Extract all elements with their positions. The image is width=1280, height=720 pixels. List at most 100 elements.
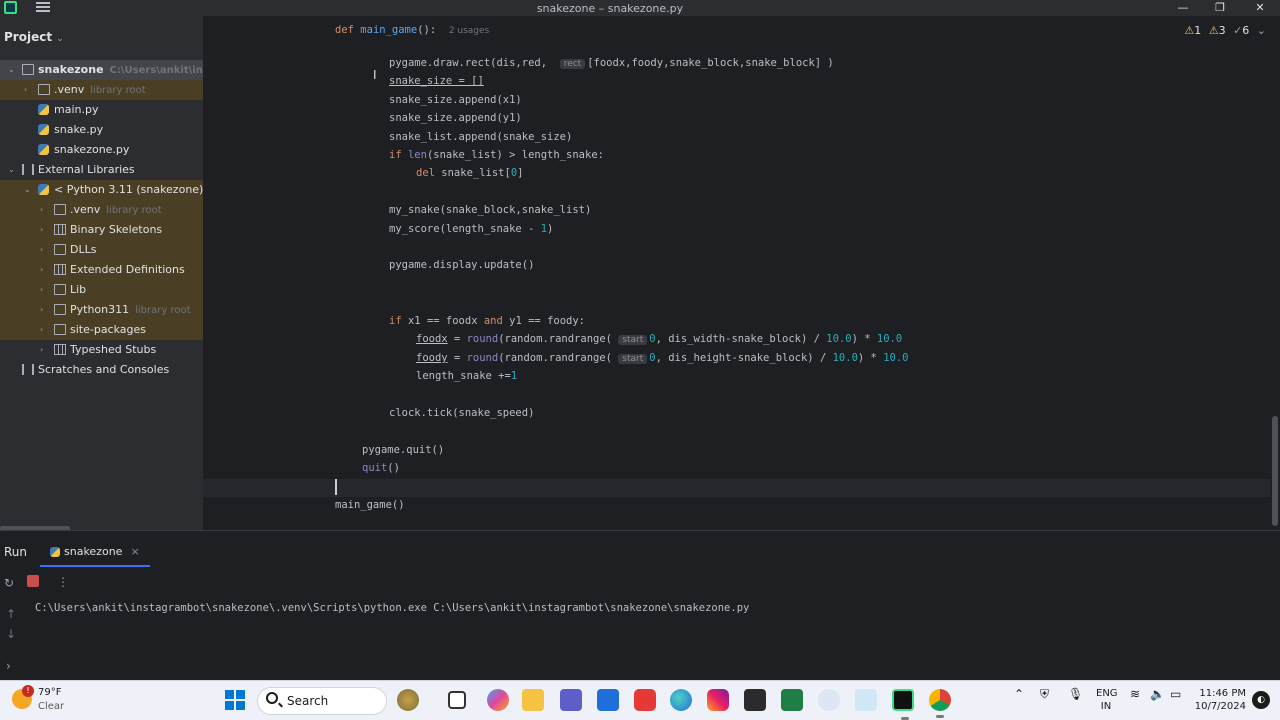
close-button[interactable]: ✕	[1250, 0, 1270, 16]
excel-icon[interactable]	[781, 689, 803, 711]
param-hint: start	[618, 335, 648, 345]
code-line: main_game()	[335, 499, 405, 511]
project-header[interactable]: Project ⌄	[4, 30, 64, 44]
code-editor[interactable]: ⚠1 ⚠3 ✓6 ⌄ I def main_game(): 2 usages p…	[203, 16, 1280, 530]
tree-item-path: C:\Users\ankit\in	[109, 65, 203, 76]
tree-item-label: Typeshed Stubs	[70, 343, 157, 356]
folder-icon	[54, 304, 66, 315]
tree-item-main-py[interactable]: main.py	[0, 100, 203, 120]
pycharm-taskbar-icon[interactable]	[892, 689, 914, 720]
folder-icon	[54, 244, 66, 255]
title-bar: snakezone – snakezone.py — ❐ ✕	[0, 0, 1280, 16]
tree-item-python-sdk[interactable]: ⌄ < Python 3.11 (snakezone) >	[0, 180, 216, 200]
chevron-right-icon[interactable]: ›	[40, 200, 43, 220]
code-line: snake_size.append(x1)	[389, 94, 522, 106]
instagram-icon[interactable]	[707, 689, 729, 711]
teams-icon[interactable]	[560, 689, 582, 711]
code-line: del snake_list[0]	[416, 167, 524, 179]
snipping-tool-icon[interactable]	[855, 689, 877, 711]
close-tab-icon[interactable]: ×	[130, 545, 139, 558]
stop-icon[interactable]	[27, 575, 39, 587]
rerun-icon[interactable]: ↻	[4, 576, 14, 590]
dev-app-icon[interactable]	[744, 689, 766, 711]
edge-browser-icon[interactable]	[670, 689, 692, 711]
run-tab-snakezone[interactable]: snakezone ×	[40, 539, 150, 567]
tree-item-label: Extended Definitions	[70, 263, 185, 276]
volume-icon[interactable]: 🔈	[1150, 687, 1165, 701]
widget-app-icon[interactable]	[397, 689, 419, 711]
more-options-icon[interactable]: ⋮	[57, 575, 69, 589]
language-indicator[interactable]: ENG IN	[1096, 687, 1118, 713]
tree-item-sdk-venv[interactable]: › .venv library root	[0, 200, 203, 220]
scroll-up-icon[interactable]: ↑	[6, 607, 16, 621]
wifi-icon[interactable]: ≋	[1130, 687, 1140, 701]
tree-item-hint: library root	[106, 205, 162, 216]
text-caret	[335, 479, 337, 495]
text-cursor-icon: I	[373, 68, 377, 82]
copilot-icon[interactable]	[487, 689, 509, 711]
taskbar-clock[interactable]: 11:46 PM 10/7/2024	[1190, 687, 1246, 713]
clock-date: 10/7/2024	[1194, 701, 1246, 712]
store-icon[interactable]	[597, 689, 619, 711]
tree-item-label: main.py	[54, 103, 99, 116]
tree-item-binary-skeletons[interactable]: › Binary Skeletons	[0, 220, 203, 240]
scroll-down-icon[interactable]: ↓	[6, 627, 16, 641]
weak-warning-count: 3	[1218, 24, 1226, 37]
taskbar-search[interactable]: Search	[257, 687, 387, 715]
file-explorer-icon[interactable]	[522, 689, 544, 711]
tree-item-snakezone-root[interactable]: ⌄ snakezone C:\Users\ankit\in	[0, 60, 203, 80]
battery-icon[interactable]: ▭	[1170, 687, 1181, 701]
folder-icon	[54, 324, 66, 335]
tree-item-label: Binary Skeletons	[70, 223, 163, 236]
tree-item-label: Python311	[70, 303, 130, 316]
chevron-right-icon[interactable]: ›	[40, 320, 43, 340]
tree-item-typeshed-stubs[interactable]: › Typeshed Stubs	[0, 340, 203, 360]
chevron-up-icon[interactable]: ⌃	[1014, 687, 1024, 701]
microphone-icon[interactable]: 🎙	[1068, 687, 1083, 701]
tree-item-site-packages[interactable]: › site-packages	[0, 320, 203, 340]
security-icon[interactable]: ⛨	[1040, 687, 1049, 702]
chevron-right-icon[interactable]: ›	[40, 260, 43, 280]
tree-item-label: .venv	[70, 203, 101, 216]
chrome-icon[interactable]	[929, 689, 951, 718]
tree-item-snakezone-py[interactable]: snakezone.py	[0, 140, 203, 160]
tree-item-scratches[interactable]: Scratches and Consoles	[0, 360, 203, 380]
folder-icon	[54, 204, 66, 215]
tree-item-extended-definitions[interactable]: › Extended Definitions	[0, 260, 203, 280]
maximize-button[interactable]: ❐	[1210, 0, 1230, 16]
search-icon	[266, 692, 278, 704]
tree-item-venv[interactable]: › .venv library root	[0, 80, 203, 100]
weak-warning-icon: ⚠	[1208, 24, 1219, 37]
inspection-widget[interactable]: ⚠1 ⚠3 ✓6 ⌄	[1184, 24, 1266, 37]
chevron-right-icon[interactable]: ›	[40, 340, 43, 360]
vertical-scrollbar[interactable]	[1272, 416, 1278, 526]
tree-item-lib[interactable]: › Lib	[0, 280, 203, 300]
chevron-down-icon[interactable]: ⌄	[1257, 24, 1266, 37]
usages-hint[interactable]: 2 usages	[449, 26, 489, 36]
app-launcher-icon[interactable]	[818, 689, 840, 711]
param-hint: start	[618, 354, 648, 364]
notification-icon[interactable]: ◐	[1252, 691, 1270, 709]
chevron-right-icon[interactable]: ›	[40, 240, 43, 260]
chevron-right-icon[interactable]: ›	[40, 300, 43, 320]
run-panel-title: Run	[4, 545, 28, 559]
tree-item-snake-py[interactable]: snake.py	[0, 120, 203, 140]
code-line: length_snake +=1	[416, 370, 518, 382]
chevron-right-icon[interactable]: ›	[40, 280, 43, 300]
chevron-down-icon[interactable]: ⌄	[8, 160, 15, 180]
chevron-right-icon[interactable]: ›	[24, 80, 27, 100]
code-line: snake_size = []	[389, 75, 484, 87]
minimize-button[interactable]: —	[1173, 0, 1193, 16]
tree-item-dlls[interactable]: › DLLs	[0, 240, 203, 260]
chevron-down-icon[interactable]: ⌄	[8, 60, 15, 80]
stubs-folder-icon	[54, 344, 66, 355]
chevron-down-icon[interactable]: ⌄	[24, 180, 31, 200]
task-view-icon[interactable]	[448, 691, 466, 709]
youtube-icon[interactable]	[634, 689, 656, 711]
tree-item-label: snakezone	[38, 63, 104, 76]
chevron-right-icon[interactable]: ›	[40, 220, 43, 240]
chevron-down-icon[interactable]: ⌄	[56, 34, 64, 44]
tree-item-external-libraries[interactable]: ⌄ External Libraries	[0, 160, 203, 180]
tree-item-python311[interactable]: › Python311 library root	[0, 300, 203, 320]
windows-start-icon[interactable]	[225, 690, 245, 710]
